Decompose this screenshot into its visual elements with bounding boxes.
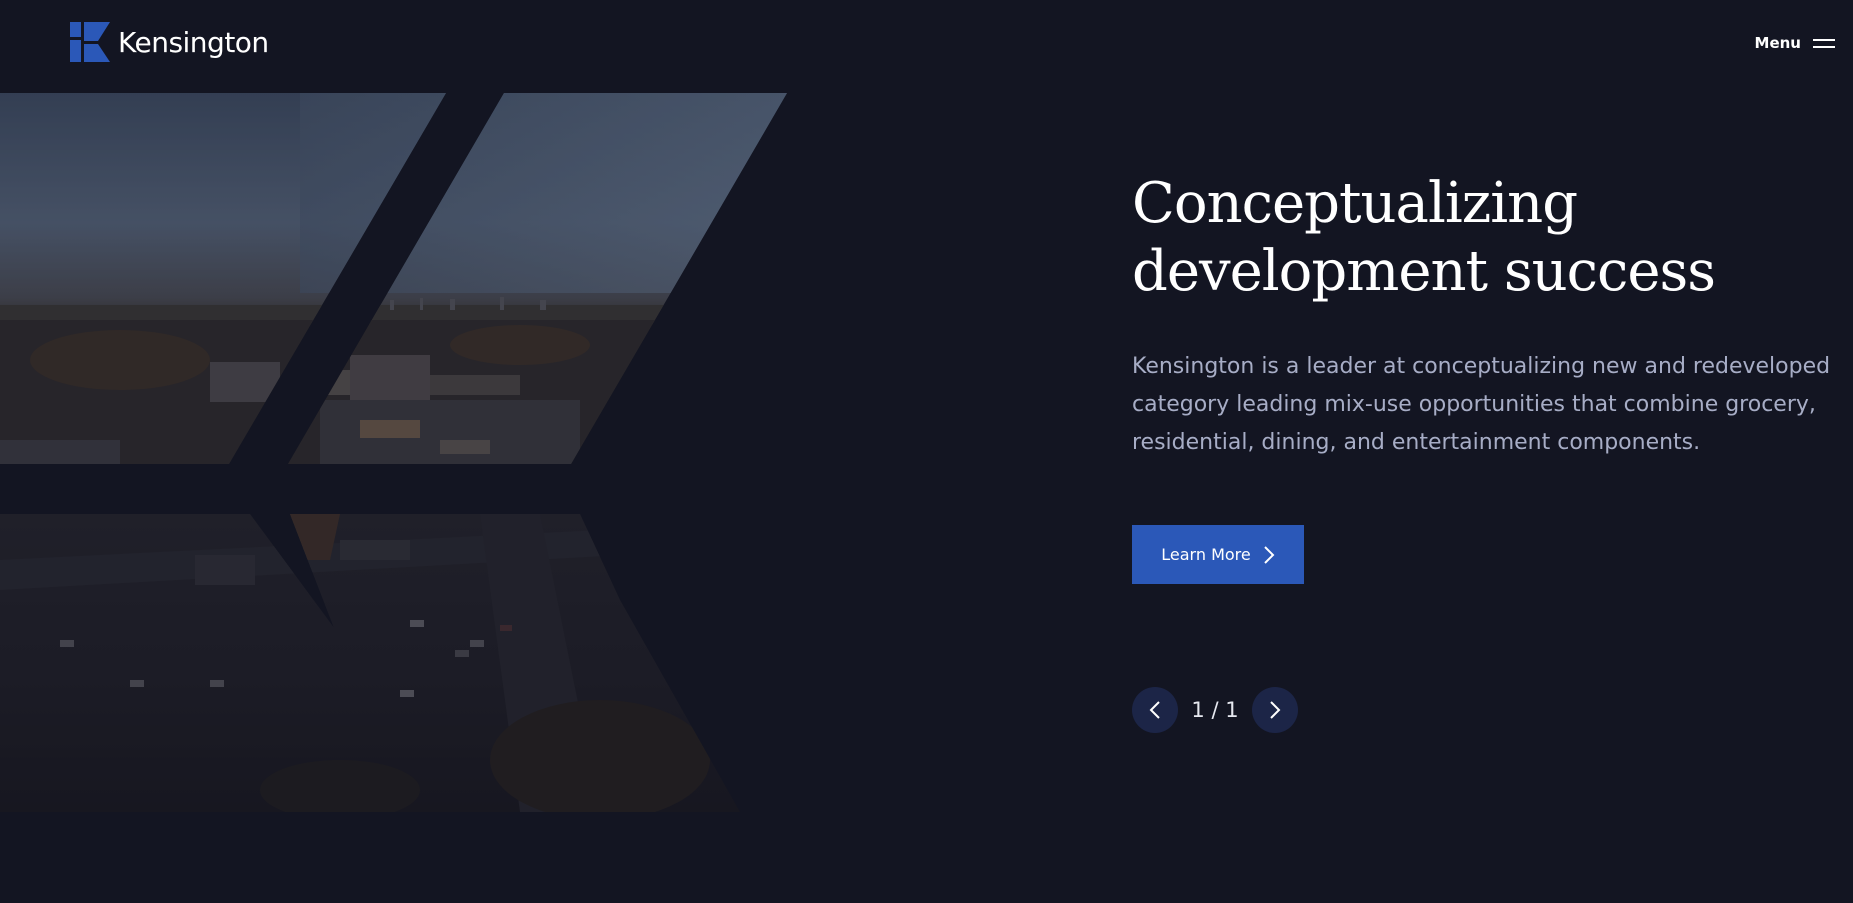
slider-prev-button[interactable] [1132, 687, 1178, 733]
site-header: Kensington Menu [0, 0, 1853, 90]
page: Kensington Menu Conceptualizing developm… [0, 0, 1853, 903]
slider-next-button[interactable] [1252, 687, 1298, 733]
slider-pager: 1 / 1 [1132, 687, 1298, 733]
hero-title-line-1: Conceptualizing [1132, 171, 1578, 236]
chevron-right-icon [1270, 701, 1281, 719]
logo-k-icon [70, 22, 110, 62]
logo-text: Kensington [118, 25, 269, 59]
learn-more-button[interactable]: Learn More [1132, 525, 1304, 584]
hero-description: Kensington is a leader at conceptualizin… [1132, 354, 1831, 455]
hamburger-icon [1813, 36, 1835, 50]
hero-title: Conceptualizing development success [1132, 170, 1832, 306]
chevron-right-icon [1264, 545, 1275, 564]
menu-button[interactable]: Menu [1755, 34, 1835, 52]
slider-counter: 1 / 1 [1191, 698, 1239, 722]
chevron-left-icon [1149, 701, 1160, 719]
hero-image [0, 93, 787, 812]
learn-more-label: Learn More [1161, 545, 1251, 564]
logo[interactable]: Kensington [70, 22, 269, 62]
hero-content: Conceptualizing development success Kens… [1132, 170, 1832, 462]
menu-label: Menu [1754, 34, 1801, 52]
hero-title-line-2: development success [1132, 239, 1716, 304]
